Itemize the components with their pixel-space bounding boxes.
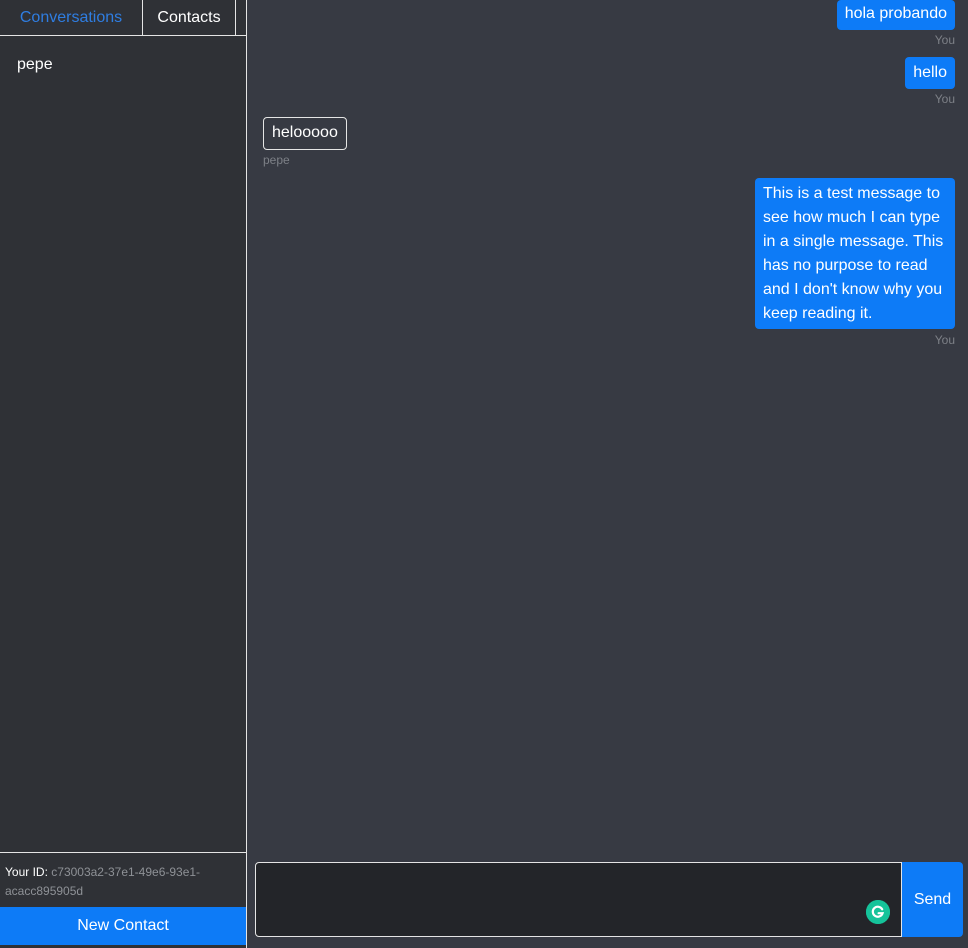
- sidebar: Conversations Contacts pepe Your ID: c73…: [0, 0, 247, 948]
- your-id-label: Your ID:: [5, 865, 48, 879]
- message-sender: pepe: [263, 153, 290, 167]
- message-bubble: This is a test message to see how much I…: [755, 178, 955, 329]
- message-sender: You: [934, 92, 955, 106]
- your-id-box: Your ID: c73003a2-37e1-49e6-93e1-acacc89…: [0, 852, 246, 907]
- new-contact-button[interactable]: New Contact: [0, 907, 246, 945]
- send-button[interactable]: Send: [902, 862, 963, 937]
- tab-conversations[interactable]: Conversations: [0, 0, 142, 35]
- tab-contacts[interactable]: Contacts: [142, 0, 236, 35]
- message-sender: You: [934, 33, 955, 47]
- message-sender: You: [934, 333, 955, 347]
- message-input[interactable]: [255, 862, 902, 937]
- message-composer: Send: [255, 862, 963, 937]
- message-bubble: hola probando: [836, 0, 955, 30]
- message-bubble: hello: [905, 57, 955, 89]
- conversation-list: pepe: [0, 36, 246, 79]
- conversation-item-pepe[interactable]: pepe: [0, 51, 246, 79]
- chat-panel: hola probando You hello You helooooo pep…: [247, 0, 968, 948]
- sidebar-tabs: Conversations Contacts: [0, 0, 246, 36]
- grammarly-icon[interactable]: [866, 900, 890, 924]
- app: Conversations Contacts pepe Your ID: c73…: [0, 0, 968, 948]
- message-bubble: helooooo: [263, 117, 347, 150]
